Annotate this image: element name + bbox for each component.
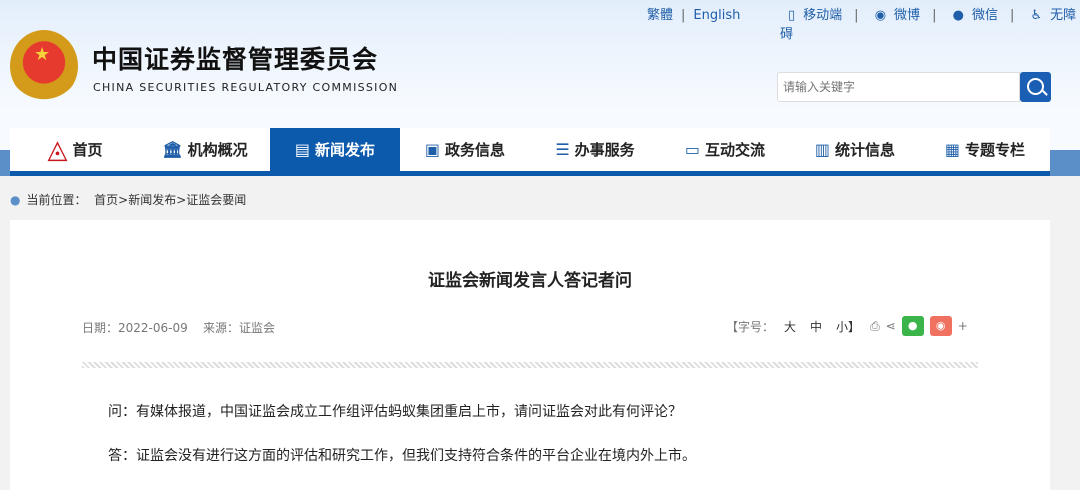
mobile-link[interactable]: ▯ 移动端 [784, 8, 846, 23]
nav-news[interactable]: ▤ 新闻发布 [270, 128, 400, 171]
phone-icon: ▯ [788, 8, 796, 23]
language-links: 繁體 | English [647, 8, 741, 23]
font-medium[interactable]: 中 [810, 318, 822, 335]
wheelchair-icon: ♿ [1030, 8, 1043, 23]
nav-statistics[interactable]: ▥ 统计信息 [790, 128, 920, 171]
bar-chart-icon: ▥ [814, 140, 831, 159]
font-large[interactable]: 大 [784, 318, 796, 335]
weibo-link[interactable]: ◉ 微博 [871, 8, 924, 23]
article-paragraph: 答：证监会没有进行这方面的评估和研究工作，但我们支持符合条件的平台企业在境内外上… [108, 448, 696, 464]
font-small[interactable]: 小】 [836, 318, 860, 335]
wechat-share-icon[interactable]: ● [901, 316, 924, 336]
nav-band-right [1050, 150, 1080, 176]
national-emblem-logo[interactable] [10, 30, 78, 102]
csrc-logo-icon: ◬ [47, 134, 68, 165]
article-meta: 日期：2022-06-09 来源：证监会 [82, 321, 276, 335]
article-card: 证监会新闻发言人答记者问 日期：2022-06-09 来源：证监会 【字号： 大… [10, 220, 1050, 490]
article-tools: 【字号： 大 中 小】 ⎙ ⋖ ● ◉ + [726, 316, 968, 336]
site-title: 中国证券监督管理委员会 [92, 45, 379, 74]
nav-home[interactable]: ◬ 首页 [10, 128, 140, 171]
more-share[interactable]: + [958, 319, 968, 333]
nav-band-left [0, 150, 10, 176]
location-pin-icon: ● [10, 193, 21, 207]
nav-services[interactable]: ☰ 办事服务 [530, 128, 660, 171]
article-title: 证监会新闻发言人答记者问 [428, 271, 632, 291]
search-button[interactable] [1020, 72, 1051, 102]
nav-topics[interactable]: ▦ 专题专栏 [920, 128, 1050, 171]
newspaper-icon: ▤ [294, 140, 311, 159]
platform-links: ▯ 移动端 | ◉ 微博 | ● 微信 | ♿ 无障碍 [780, 8, 1077, 42]
wechat-icon: ● [952, 8, 964, 23]
print-icon[interactable]: ⎙ [870, 319, 880, 334]
building-icon: 🏛 [162, 140, 183, 159]
divider [82, 362, 978, 368]
wechat-link[interactable]: ● 微信 [949, 8, 1002, 23]
share-icon[interactable]: ⋖ [886, 319, 896, 333]
weibo-icon: ◉ [874, 8, 887, 23]
site-title-en: CHINA SECURITIES REGULATORY COMMISSION [93, 81, 399, 94]
nav-interaction[interactable]: ▭ 互动交流 [660, 128, 790, 171]
english-link[interactable]: English [693, 8, 740, 23]
monitor-icon: ▣ [424, 140, 441, 159]
chat-icon: ▭ [684, 140, 701, 159]
breadcrumb-path[interactable]: 首页>新闻发布>证监会要闻 [94, 193, 246, 207]
nav-about[interactable]: 🏛 机构概况 [140, 128, 270, 171]
article-paragraph: 问：有媒体报道，中国证监会成立工作组评估蚂蚁集团重启上市，请问证监会对此有何评论… [108, 404, 682, 420]
search-input[interactable] [777, 72, 1020, 102]
breadcrumb: ● 当前位置： 首页>新闻发布>证监会要闻 [10, 193, 247, 207]
nav-government-info[interactable]: ▣ 政务信息 [400, 128, 530, 171]
main-nav: ◬ 首页 🏛 机构概况 ▤ 新闻发布 ▣ 政务信息 ☰ 办事服务 ▭ 互动交流 ▥ 统计信息 … [10, 128, 1050, 176]
bookmark-icon: ▦ [944, 140, 961, 159]
list-icon: ☰ [555, 140, 570, 159]
traditional-link[interactable]: 繁體 [647, 8, 673, 23]
weibo-share-icon[interactable]: ◉ [929, 316, 952, 336]
